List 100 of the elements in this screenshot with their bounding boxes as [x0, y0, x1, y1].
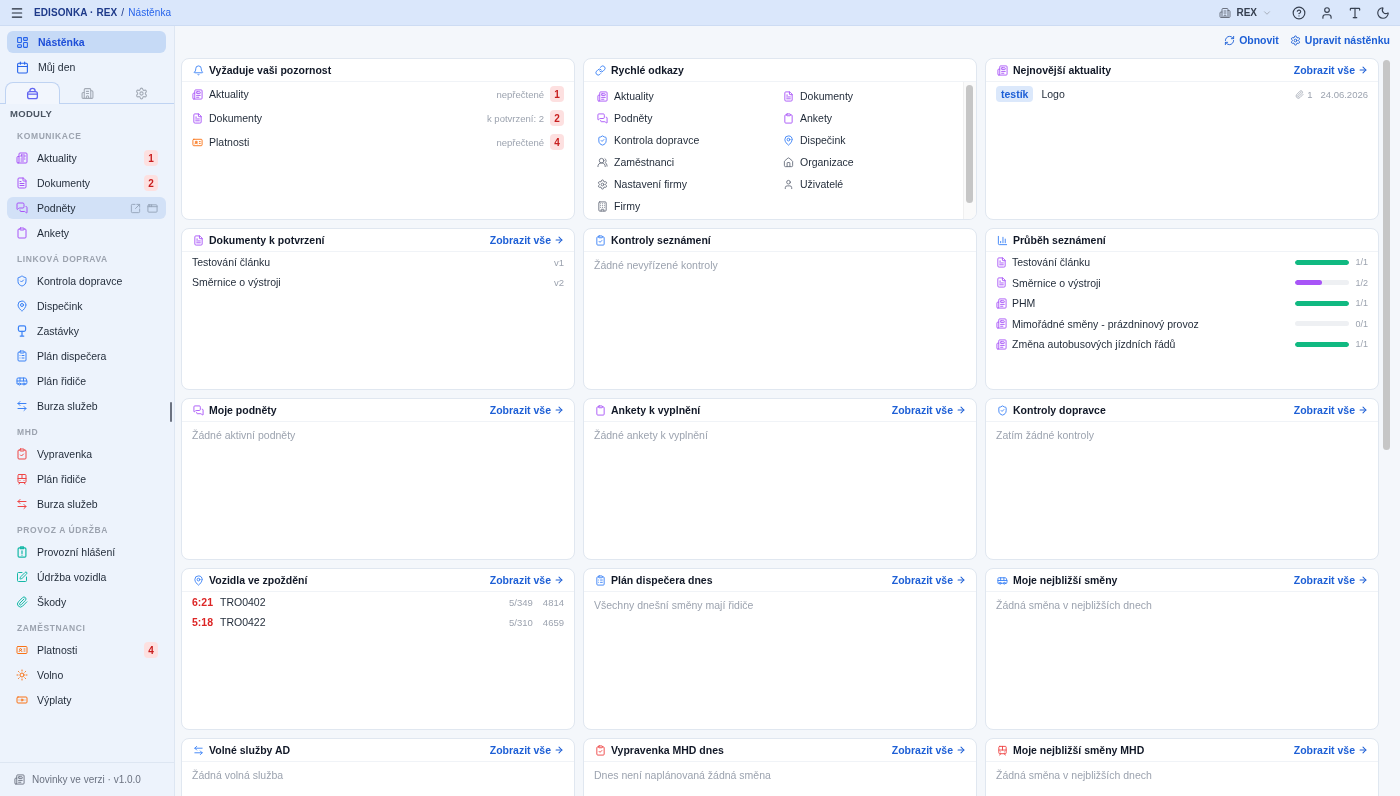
building-icon	[80, 87, 94, 100]
document-icon	[16, 177, 28, 189]
category-tag: testík	[996, 86, 1034, 102]
empty-message: Žádné ankety k vyplnění	[594, 428, 709, 442]
module-name[interactable]: Platnosti	[209, 136, 250, 148]
status-note: nepřečtené	[496, 88, 544, 100]
clipboard-check-icon	[595, 234, 606, 246]
progress-reading: 1/1	[1354, 339, 1368, 350]
scrollbar-thumb[interactable]	[170, 402, 172, 422]
sidebar-item[interactable]: Škody	[7, 591, 166, 613]
organization-selector[interactable]: REX	[1219, 6, 1272, 19]
quick-link[interactable]: Kontrola dopravce	[597, 134, 700, 146]
sidebar-item[interactable]: Dispečink	[7, 295, 166, 317]
sidebar-tab[interactable]	[5, 82, 60, 104]
view-all-link[interactable]: Zobrazit vše	[891, 404, 966, 416]
card-title: Moje podněty	[209, 404, 277, 416]
progress-reading: 1/1	[1354, 257, 1368, 268]
sun-icon	[16, 669, 28, 681]
view-all-link[interactable]: Zobrazit vše	[489, 574, 564, 586]
sidebar-item[interactable]: Ankety	[7, 222, 166, 244]
count-badge: 4	[550, 134, 564, 150]
scrollbar-thumb[interactable]	[966, 85, 973, 203]
quick-link[interactable]: Nastavení firmy	[597, 178, 687, 190]
app-title[interactable]: EDISONKA · REX	[34, 7, 118, 18]
view-all-link[interactable]: Zobrazit vše	[1293, 404, 1368, 416]
sidebar-item[interactable]: Burza služeb	[7, 395, 166, 417]
arrow-right-icon	[554, 235, 564, 245]
view-all-link[interactable]: Zobrazit vše	[489, 404, 564, 416]
section-title: LINKOVÁ DOPRAVA	[16, 253, 109, 266]
arrow-right-icon	[956, 575, 966, 585]
quick-link[interactable]: Aktuality	[597, 90, 654, 102]
quick-link[interactable]: Zaměstnanci	[597, 156, 675, 168]
sidebar-item[interactable]: Dokumenty 2	[7, 172, 166, 194]
sidebar-item[interactable]: Burza služeb	[7, 493, 166, 515]
document-title[interactable]: Testování článku	[192, 256, 271, 268]
arrow-right-icon	[1358, 745, 1368, 755]
news-title[interactable]: Logo	[1041, 88, 1065, 100]
sidebar-item[interactable]: Plán dispečera	[7, 345, 166, 367]
quick-link[interactable]: Podněty	[597, 112, 653, 124]
module-name[interactable]: Aktuality	[209, 88, 249, 100]
quick-link[interactable]: Organizace	[783, 156, 854, 168]
view-all-link[interactable]: Zobrazit vše	[1293, 574, 1368, 586]
building-icon	[1219, 6, 1232, 19]
view-all-link[interactable]: Zobrazit vše	[489, 234, 564, 246]
sidebar-item[interactable]: Můj den	[7, 56, 166, 78]
release-notes-link[interactable]: Novinky ve verzi · v1.0.0	[14, 774, 141, 785]
sidebar-item[interactable]: Volno	[7, 664, 166, 686]
quick-link[interactable]: Dokumenty	[783, 90, 854, 102]
external-link-icon[interactable]	[130, 202, 141, 214]
window-icon[interactable]	[147, 202, 158, 214]
moon-icon[interactable]	[1376, 5, 1390, 20]
modules-heading: MODULY	[9, 107, 54, 121]
progress-reading: 1/1	[1354, 298, 1368, 309]
sidebar-item[interactable]: Údržba vozidla	[7, 566, 166, 588]
card-title: Kontroly seznámení	[611, 234, 711, 246]
text-size-icon[interactable]	[1348, 5, 1362, 20]
view-all-link[interactable]: Zobrazit vše	[891, 574, 966, 586]
user-icon[interactable]	[1320, 5, 1334, 20]
quick-link[interactable]: Firmy	[597, 200, 641, 212]
card-title: Rychlé odkazy	[611, 64, 684, 76]
help-icon[interactable]	[1292, 5, 1306, 20]
document-icon	[783, 90, 794, 102]
quick-link[interactable]: Uživatelé	[783, 178, 844, 190]
sidebar-item[interactable]: Nástěnka	[7, 31, 166, 53]
users-icon	[597, 156, 608, 168]
quick-link[interactable]: Dispečink	[783, 134, 846, 146]
section-title: ZAMĚSTNANCI	[16, 621, 87, 635]
sidebar-item[interactable]: Aktuality 1	[7, 147, 166, 169]
document-title: Změna autobusových jízdních řádů	[1012, 338, 1176, 351]
menu-icon[interactable]	[10, 5, 24, 20]
refresh-icon	[1224, 34, 1236, 46]
clipboard-check-icon	[16, 448, 28, 460]
sidebar-item[interactable]: Platnosti 4	[7, 639, 166, 661]
refresh-button[interactable]: Obnovit	[1224, 34, 1279, 46]
sidebar-item[interactable]: Kontrola dopravce	[7, 270, 166, 292]
card-title: Průběh seznámení	[1013, 234, 1106, 246]
building-icon	[597, 200, 608, 212]
sidebar-item[interactable]: Podněty	[7, 197, 166, 219]
view-all-link[interactable]: Zobrazit vše	[489, 744, 564, 756]
view-all-link[interactable]: Zobrazit vše	[891, 744, 966, 756]
bar-chart-icon	[997, 234, 1008, 246]
vehicle-code: TRO0402	[220, 596, 266, 608]
newspaper-icon	[997, 64, 1008, 76]
view-all-link[interactable]: Zobrazit vše	[1293, 64, 1368, 76]
clipboard-icon	[16, 227, 28, 239]
sidebar-item[interactable]: Výplaty	[7, 689, 166, 711]
sidebar-item[interactable]: Plán řidiče	[7, 370, 166, 392]
edit-dashboard-button[interactable]: Upravit nástěnku	[1289, 34, 1390, 46]
module-name[interactable]: Dokumenty	[209, 112, 263, 124]
sidebar-item[interactable]: Zastávky	[7, 320, 166, 342]
quick-link[interactable]: Ankety	[783, 112, 833, 124]
scrollbar-thumb[interactable]	[1383, 60, 1390, 450]
view-all-link[interactable]: Zobrazit vše	[1293, 744, 1368, 756]
sidebar-item[interactable]: Plán řidiče	[7, 468, 166, 490]
map-pin-icon	[783, 134, 794, 146]
document-title[interactable]: Směrnice o výstroji	[192, 276, 281, 288]
sidebar-item[interactable]: Vypravenka	[7, 443, 166, 465]
card-title: Moje nejbližší směny	[1013, 574, 1118, 586]
vehicle-number: 4814	[542, 596, 564, 608]
sidebar-item[interactable]: Provozní hlášení	[7, 541, 166, 563]
